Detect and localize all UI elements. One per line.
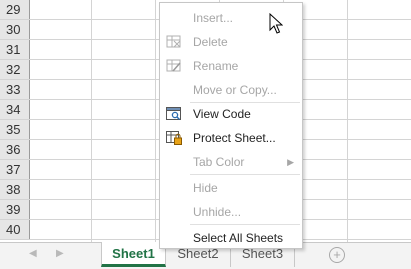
scroll-tabs-right-icon[interactable]: ▶ xyxy=(56,248,64,259)
menu-item-label: Delete xyxy=(193,35,228,49)
menu-item-rename[interactable]: Rename xyxy=(160,55,302,77)
sheet-context-menu: Insert... Delete Rename Move or Copy... xyxy=(159,2,303,249)
sheet-tab-sheet1[interactable]: Sheet1 xyxy=(101,242,166,267)
scroll-tabs-left-icon[interactable]: ◀ xyxy=(29,248,37,259)
menu-item-label: Tab Color xyxy=(193,155,245,169)
row-header[interactable]: 40 xyxy=(0,220,30,239)
menu-item-label: Rename xyxy=(193,59,239,73)
menu-item-label: Select All Sheets xyxy=(193,231,284,245)
row-header[interactable]: 35 xyxy=(0,120,30,139)
menu-item-select-all-sheets[interactable]: Select All Sheets xyxy=(160,227,302,249)
row-header[interactable]: 34 xyxy=(0,100,30,119)
row-header[interactable]: 36 xyxy=(0,140,30,159)
row-header[interactable]: 39 xyxy=(0,200,30,219)
menu-item-label: Protect Sheet... xyxy=(193,131,276,145)
menu-item-view-code[interactable]: View Code xyxy=(160,103,302,125)
menu-item-label: Unhide... xyxy=(193,205,242,219)
menu-item-protect-sheet[interactable]: Protect Sheet... xyxy=(160,127,302,149)
row-header[interactable]: 38 xyxy=(0,180,30,199)
menu-item-label: View Code xyxy=(193,107,251,121)
menu-item-hide[interactable]: Hide xyxy=(160,177,302,199)
menu-item-label: Hide xyxy=(193,181,218,195)
menu-item-unhide[interactable]: Unhide... xyxy=(160,201,302,223)
rename-sheet-icon xyxy=(166,59,181,72)
row-header[interactable]: 31 xyxy=(0,40,30,59)
menu-item-label: Insert... xyxy=(193,11,234,25)
add-sheet-icon[interactable]: + xyxy=(329,247,345,263)
row-header[interactable]: 32 xyxy=(0,60,30,79)
menu-item-label: Move or Copy... xyxy=(193,83,277,97)
menu-item-move-copy[interactable]: Move or Copy... xyxy=(160,79,302,101)
mouse-pointer-icon xyxy=(269,13,283,34)
row-header[interactable]: 30 xyxy=(0,20,30,39)
menu-separator xyxy=(190,224,300,225)
row-header[interactable]: 29 xyxy=(0,0,30,19)
view-code-icon xyxy=(166,107,181,121)
menu-separator xyxy=(190,174,300,175)
menu-item-tab-color[interactable]: Tab Color ▶ xyxy=(160,151,302,173)
delete-sheet-icon xyxy=(166,35,181,48)
submenu-arrow-icon: ▶ xyxy=(287,157,294,167)
row-header[interactable]: 33 xyxy=(0,80,30,99)
row-header[interactable]: 37 xyxy=(0,160,30,179)
protect-sheet-icon xyxy=(166,131,182,145)
